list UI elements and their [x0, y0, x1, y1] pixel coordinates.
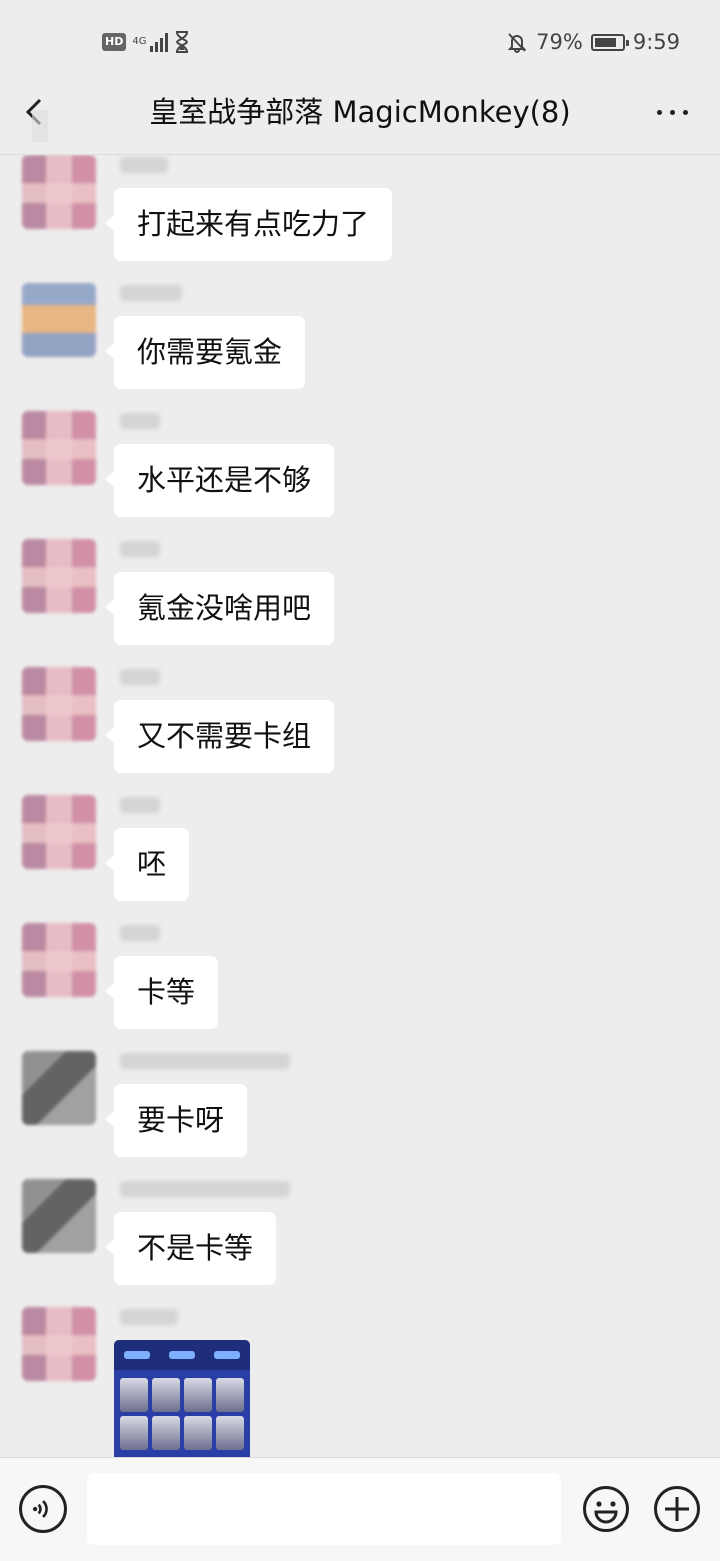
avatar[interactable] — [22, 155, 96, 229]
voice-icon[interactable] — [19, 1485, 67, 1533]
avatar[interactable] — [22, 411, 96, 485]
battery-fill — [594, 37, 616, 47]
signal-icon — [150, 32, 169, 52]
hourglass-icon — [176, 31, 189, 53]
sender-name — [120, 669, 160, 685]
image-header — [114, 1340, 250, 1370]
network-type: 4G — [132, 36, 147, 47]
avatar[interactable] — [22, 1307, 96, 1381]
message-bubble[interactable]: 打起来有点吃力了 — [104, 188, 393, 261]
message-bubble[interactable]: 不是卡等 — [104, 1212, 277, 1285]
message-bubble[interactable]: 呸 — [104, 828, 190, 901]
message-row: 水平还是不够 — [0, 411, 720, 539]
sender-name — [120, 413, 160, 429]
image-message[interactable] — [114, 1340, 250, 1457]
message-bubble[interactable]: 你需要氪金 — [104, 316, 306, 389]
message-row: 你需要氪金 — [0, 283, 720, 411]
status-left: HD 4G — [102, 28, 190, 56]
image-card-grid — [114, 1370, 250, 1450]
sender-name — [120, 157, 168, 173]
avatar[interactable] — [22, 795, 96, 869]
avatar[interactable] — [22, 283, 96, 357]
avatar[interactable] — [22, 1179, 96, 1253]
message-row: 氪金没啥用吧 — [0, 539, 720, 667]
status-right: 79% 9:59 — [506, 28, 680, 56]
sender-name — [120, 925, 160, 941]
chat-title: 皇室战争部落 MagicMonkey(8) — [149, 95, 571, 129]
avatar[interactable] — [22, 539, 96, 613]
message-bubble[interactable]: 水平还是不够 — [104, 444, 335, 517]
sender-name — [120, 797, 160, 813]
message-bubble[interactable]: 卡等 — [104, 956, 219, 1029]
message-row: 打起来有点吃力了 — [0, 155, 720, 283]
avatar[interactable] — [22, 923, 96, 997]
hd-badge: HD — [102, 33, 127, 51]
more-dots-icon[interactable] — [657, 110, 688, 115]
message-bubble[interactable]: 氪金没啥用吧 — [104, 572, 335, 645]
status-bar: HD 4G 79% 9:59 — [0, 0, 720, 84]
battery-icon — [590, 33, 629, 51]
avatar[interactable] — [22, 667, 96, 741]
message-row: 呸 — [0, 795, 720, 923]
message-bubble[interactable]: 要卡呀 — [104, 1084, 248, 1157]
avatar[interactable] — [22, 1051, 96, 1125]
message-input[interactable] — [87, 1473, 561, 1545]
message-row: 要卡呀 — [0, 1051, 720, 1179]
sender-name — [120, 1053, 290, 1069]
sender-name — [120, 1309, 178, 1325]
sender-name — [120, 541, 160, 557]
plus-icon[interactable] — [653, 1485, 701, 1533]
message-row: 又不需要卡组 — [0, 667, 720, 795]
clock: 9:59 — [632, 30, 680, 54]
input-bar — [0, 1457, 720, 1561]
message-row: 卡等 — [0, 923, 720, 1051]
message-row — [0, 1307, 720, 1435]
emoji-icon[interactable] — [582, 1485, 630, 1533]
sender-name — [120, 285, 182, 301]
chat-header: 皇室战争部落 MagicMonkey(8) — [0, 84, 720, 155]
message-list[interactable]: 打起来有点吃力了 你需要氪金 水平还是不够 氪金没啥用吧 又不需要卡组 呸 卡等… — [0, 155, 720, 1457]
mute-bell-icon — [507, 33, 527, 53]
message-row: 不是卡等 — [0, 1179, 720, 1307]
battery-percent: 79% — [536, 30, 583, 54]
message-bubble[interactable]: 又不需要卡组 — [104, 700, 335, 773]
sender-name — [120, 1181, 290, 1197]
